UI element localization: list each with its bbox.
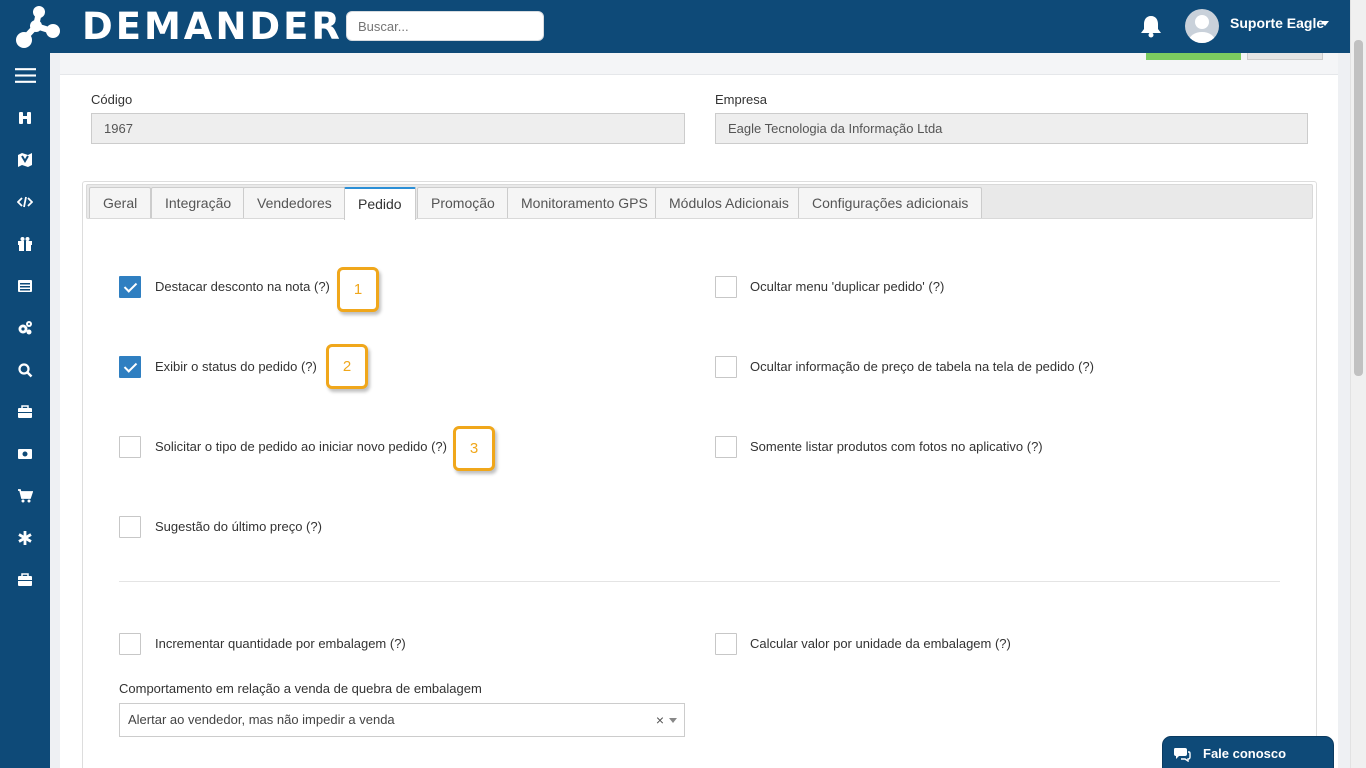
exibir-status-label: Exibir o status do pedido (?) [155,359,317,374]
search-icon[interactable] [0,355,50,385]
somente-fotos-checkbox[interactable] [715,436,737,458]
logo-icon[interactable] [12,4,62,50]
incrementar-qtd-label: Incrementar quantidade por embalagem (?) [155,636,406,651]
cogs-icon[interactable] [0,313,50,343]
calcular-valor-checkbox[interactable] [715,633,737,655]
destacar-desconto-checkbox[interactable] [119,276,141,298]
page-scrollbar[interactable] [1350,0,1366,768]
tab-content [82,181,1317,768]
section-divider [119,581,1280,582]
sugestao-preco-checkbox[interactable] [119,516,141,538]
chat-label: Fale conosco [1203,746,1287,761]
scrollbar-thumb[interactable] [1354,40,1363,376]
code-icon[interactable] [0,187,50,217]
step-marker-3: 3 [453,426,495,471]
tab-geral[interactable]: Geral [89,187,152,218]
step-marker-2: 2 [326,344,368,389]
briefcase-icon[interactable] [0,565,50,595]
sugestao-preco-label: Sugestão do último preço (?) [155,519,322,534]
codigo-field: 1967 [91,113,685,144]
solicitar-tipo-checkbox[interactable] [119,436,141,458]
asterisk-icon[interactable] [0,523,50,553]
quebra-embalagem-select[interactable]: Alertar ao vendedor, mas não impedir a v… [119,703,685,737]
quebra-embalagem-value: Alertar ao vendedor, mas não impedir a v… [128,712,395,727]
calcular-valor-label: Calcular valor por unidade da embalagem … [750,636,1011,651]
step-marker-1: 1 [337,267,379,312]
tab-modulos-adicionais[interactable]: Módulos Adicionais [655,187,803,218]
chat-button[interactable]: Fale conosco [1162,736,1334,768]
chevron-down-icon[interactable] [669,718,677,723]
money-icon[interactable] [0,439,50,469]
map-icon[interactable] [0,145,50,175]
incrementar-qtd-checkbox[interactable] [119,633,141,655]
sidebar [0,53,50,768]
ocultar-preco-tabela-checkbox[interactable] [715,356,737,378]
list-icon[interactable] [0,271,50,301]
notification-bell-icon[interactable] [1140,14,1162,38]
destacar-desconto-label: Destacar desconto na nota (?) [155,279,330,294]
chat-icon [1174,748,1191,762]
top-bar: DEMANDER Suporte Eagle [0,0,1350,53]
avatar[interactable] [1185,9,1219,43]
gift-icon[interactable] [0,229,50,259]
exibir-status-checkbox[interactable] [119,356,141,378]
tab-configuracoes-adicionais[interactable]: Configurações adicionais [798,187,983,218]
tab-pedido[interactable]: Pedido [344,187,416,220]
tab-integracao[interactable]: Integração [151,187,246,218]
cancel-button[interactable] [1247,53,1323,60]
ocultar-preco-tabela-label: Ocultar informação de preço de tabela na… [750,359,1094,374]
empresa-label: Empresa [715,92,768,107]
tab-vendedores[interactable]: Vendedores [243,187,346,218]
briefcase-icon[interactable] [0,397,50,427]
cart-icon[interactable] [0,481,50,511]
quebra-embalagem-label: Comportamento em relação a venda de queb… [119,681,482,696]
somente-fotos-label: Somente listar produtos com fotos no apl… [750,439,1043,454]
codigo-label: Código [91,92,133,107]
save-button[interactable] [1146,53,1241,60]
search-input[interactable] [346,11,544,41]
ocultar-duplicar-label: Ocultar menu 'duplicar pedido' (?) [750,279,945,294]
chevron-down-icon[interactable] [1321,21,1329,26]
brand-name: DEMANDER [82,5,343,48]
user-name[interactable]: Suporte Eagle [1230,15,1324,31]
binoculars-icon[interactable] [0,103,50,133]
clear-icon[interactable]: × [656,704,664,736]
empresa-field: Eagle Tecnologia da Informação Ltda [715,113,1308,144]
tab-promocao[interactable]: Promoção [417,187,509,218]
tab-monitoramento-gps[interactable]: Monitoramento GPS [507,187,662,218]
menu-icon[interactable] [0,60,50,90]
ocultar-duplicar-checkbox[interactable] [715,276,737,298]
solicitar-tipo-label: Solicitar o tipo de pedido ao iniciar no… [155,439,447,454]
